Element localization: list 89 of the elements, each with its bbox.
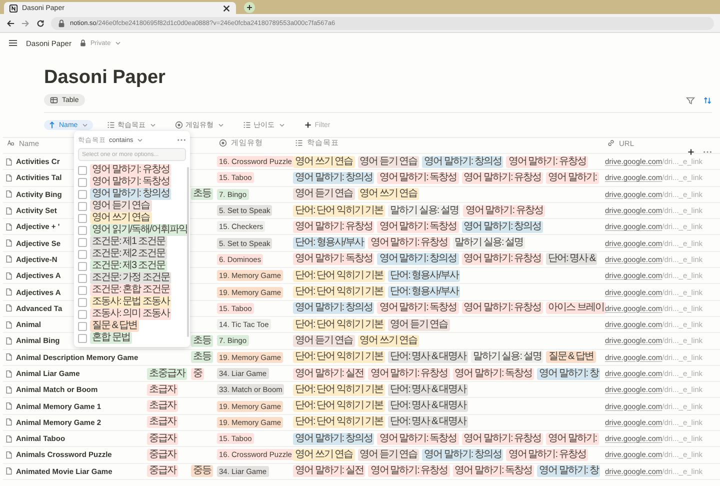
tag: 영어 말하기: 창의성 [293, 432, 374, 445]
tag: 영어 말하기: 유창성 [462, 172, 544, 184]
tag: 단어: 단어 익히기 기본 [293, 286, 386, 298]
tag: 영어 말하기: 창의성 [293, 302, 374, 314]
tag: 영어 말하기: 실전 [293, 368, 366, 380]
tag: 영어 말하기: 창 [537, 465, 600, 478]
tag: 영어 듣기 연습 [358, 156, 420, 168]
tag: 단어: 단어 익히기 기본 [293, 204, 386, 217]
tag: 단어: 형용사/부사 [388, 286, 460, 298]
tag: 영어 말하기: 창의성 [422, 156, 504, 168]
tag: 영어 말하기: 유창성 [368, 368, 450, 380]
tag: 초중급자 [147, 368, 187, 380]
tag: 영어 말하기: 창의성 [293, 172, 374, 184]
page-title: Dasoni Paper [44, 67, 166, 89]
tag: 영어 듣기 연습 [90, 200, 152, 212]
tag: 영어 쓰기 연습 [293, 156, 355, 168]
tag: 조건문: 제2 조건문 [90, 248, 167, 260]
tag: 초급자 [147, 400, 178, 412]
tag: 조동사: 문법 조동사 [90, 296, 172, 308]
tag: 중급자 [147, 448, 178, 461]
tag: 초등 [191, 188, 213, 200]
tag: 혼합 문법 [90, 332, 132, 344]
tag: 영어 쓰기 연습 [358, 334, 420, 347]
tag: 말하기 실용: 설명 [388, 204, 460, 217]
tag: 영어 말하기: 유창성 [506, 448, 588, 461]
tag: 영어 말하기: 유창성 [293, 220, 374, 233]
tag: 영어 말하기: 유창성 [368, 465, 450, 478]
tag: 영어 말하기: 창의성 [90, 188, 172, 200]
tag: 영어 쓰기 연습 [90, 212, 152, 224]
tag: 영어 듣기 연습 [358, 448, 420, 461]
tag: 영어 말하기: 유창성 [506, 156, 588, 168]
tag: 영어 말하기: 독창성 [377, 220, 459, 233]
tag: 단어: 형용사/부사 [388, 270, 460, 282]
tag: 단어: 단어 익히기 기본 [293, 351, 386, 364]
tag: 영어 말하기: 독창성 [377, 302, 459, 314]
tag: 영어 쓰기 연습 [293, 448, 355, 461]
tag: 영어 말하기: 창의성 [377, 253, 459, 266]
tag: 초급자 [147, 416, 178, 428]
tag: 영어 말하기: 독창성 [90, 176, 172, 188]
tag: 단어: 단어 익히기 기본 [293, 270, 386, 282]
tag: 조건문: 가정 조건문 [90, 272, 172, 284]
tag: 초급자 [147, 384, 178, 396]
tag: 조건문: 혼합 조건문 [90, 284, 172, 296]
tag: 단어: 명사 & [546, 253, 598, 266]
tag: 영어 말하기: 독창성 [452, 368, 534, 380]
tag: 영어 말하기: 유창성 [462, 432, 544, 445]
tag: 영어 듣기 연습 [293, 188, 355, 200]
tag: 영어 듣기 연습 [388, 318, 450, 331]
tag: 영어 말하기: 유창성 [462, 253, 544, 266]
tag: 초등 [191, 351, 213, 364]
tag: 질문 & 답변 [90, 320, 140, 332]
tag: 단어: 단어 익히기 기본 [293, 318, 386, 331]
tag: 영어 듣기 연습 [293, 334, 355, 347]
tag: 영어 말하기: 유창성 [90, 164, 172, 176]
tag: 조건문: 제3 조건문 [90, 260, 167, 272]
tag: 초등 [191, 334, 213, 347]
tag: 영어 말하기: [546, 432, 599, 445]
tag: 중 [191, 368, 204, 380]
tag: 영어 말하기: 독창성 [377, 172, 459, 184]
tag: 조건문: 제1 조건문 [90, 236, 167, 248]
tag: 단어: 명사 & 대명사 [388, 416, 468, 428]
tag: 영어 말하기: 유창성 [462, 302, 544, 314]
tag: 영어 쓰기 연습 [358, 188, 420, 200]
tag: 영어 말하기: 창 [537, 368, 600, 380]
tag: 단어: 단어 익히기 기본 [293, 384, 386, 396]
tag: 영어 말하기: 유창성 [368, 237, 450, 250]
tag: 영어 말하기: 독창성 [377, 432, 459, 445]
tag: 영어 말하기: 실전 [293, 465, 366, 478]
tag: 영어 말하기: 유창성 [463, 204, 545, 217]
tag: 단어: 단어 익히기 기본 [293, 400, 386, 412]
tag: 영어 말하기: 창의성 [462, 220, 544, 233]
tag: 말하기 실용: 설명 [452, 237, 526, 250]
tag: 단어: 형용사/부사 [293, 237, 366, 250]
tag: 아이스 브레이 [546, 302, 606, 314]
tag: 중급자 [147, 465, 178, 478]
tag: 영어 읽기/독해/어휘파악 [90, 224, 190, 236]
tag: 영어 말하기: [546, 172, 599, 184]
tag: 말하기 실용: 설명 [470, 351, 544, 364]
tag: 단어: 명사 & 대명사 [388, 400, 468, 412]
tag: 단어: 명사 & 대명사 [388, 351, 468, 364]
tag: 영어 말하기: 독창성 [293, 253, 374, 266]
tag: 조동사: 의미 조동사 [90, 308, 172, 320]
tag: 질문 & 답변 [546, 351, 596, 364]
tag: 중등 [191, 465, 213, 478]
tag: 중급자 [147, 432, 178, 445]
tag: 단어: 명사 & 대명사 [388, 384, 468, 396]
tag: 영어 말하기: 창의성 [422, 448, 504, 461]
tag: 영어 말하기: 독창성 [452, 465, 534, 478]
tag: 단어: 단어 익히기 기본 [293, 416, 386, 428]
